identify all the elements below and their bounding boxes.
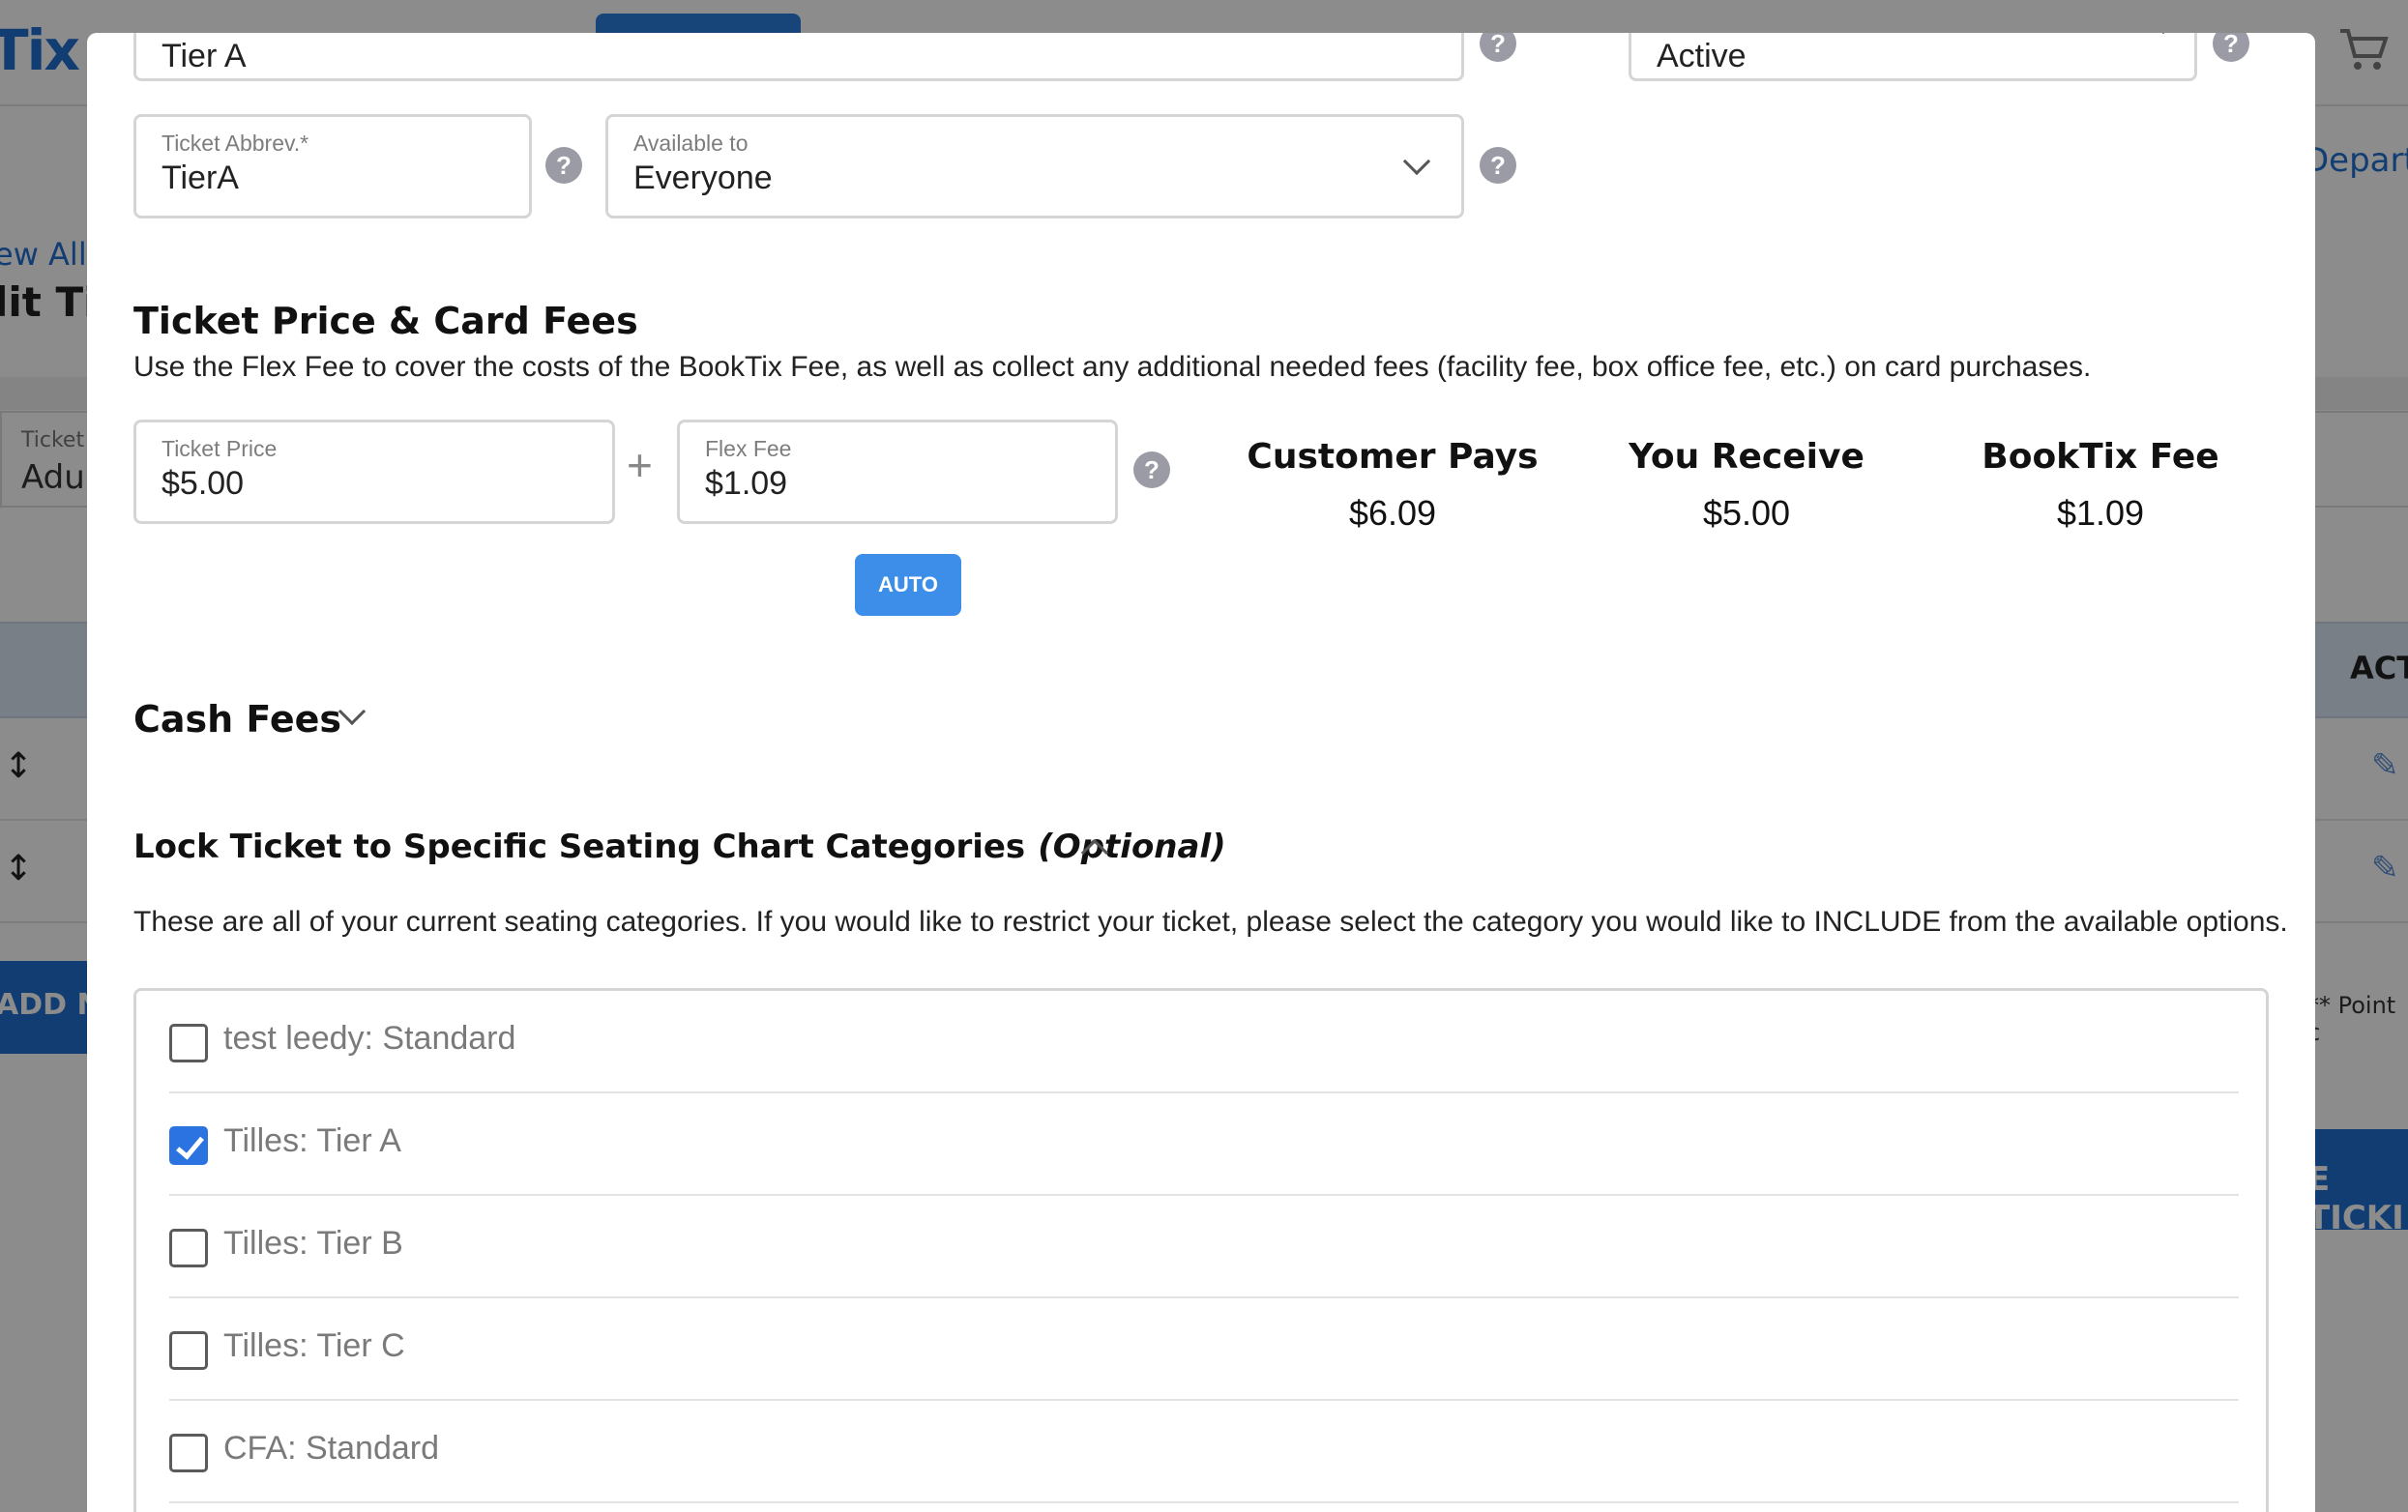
available-to-label: Available to	[633, 131, 749, 156]
ticket-price-label: Ticket Price	[162, 436, 278, 461]
category-label: Tilles: Tier C	[223, 1327, 405, 1364]
chevron-down-icon	[2149, 33, 2178, 35]
category-label: test leedy: Standard	[223, 1020, 516, 1057]
help-icon[interactable]: ?	[1480, 33, 1516, 62]
booktix-fee-value: $1.09	[2056, 493, 2145, 533]
cash-fees-toggle[interactable]: Cash Fees	[133, 698, 341, 746]
lock-section-description: These are all of your current seating ca…	[133, 906, 2288, 938]
chevron-down-icon[interactable]	[338, 697, 367, 726]
auto-fee-button[interactable]: AUTO	[855, 554, 961, 616]
you-receive-label: You Receive	[1629, 437, 1865, 477]
flex-fee-value: $1.09	[705, 465, 788, 502]
category-checkbox[interactable]	[169, 1126, 208, 1165]
ticket-abbrev-value: TierA	[162, 160, 239, 196]
booktix-fee-label: BookTix Fee	[1982, 437, 2219, 477]
ticket-name-value: Tier A	[162, 38, 247, 74]
list-item[interactable]: Tilles: Tier C	[169, 1298, 2239, 1401]
category-checkbox[interactable]	[169, 1229, 208, 1267]
help-icon[interactable]: ?	[1133, 451, 1170, 488]
ticket-name-field[interactable]: Tier A	[133, 33, 1464, 81]
list-item[interactable]: test leedy: Standard	[169, 991, 2239, 1093]
cash-fees-title: Cash Fees	[133, 698, 342, 741]
category-label: CFA: Standard	[223, 1430, 440, 1467]
category-checkbox[interactable]	[169, 1024, 208, 1062]
help-icon[interactable]: ?	[1480, 147, 1516, 184]
flex-fee-label: Flex Fee	[705, 436, 792, 461]
optional-tag: (Optional)	[1038, 828, 1226, 866]
ticket-price-field[interactable]: Ticket Price $5.00	[133, 420, 615, 524]
list-item[interactable]: Tilles: Tier A	[169, 1093, 2239, 1196]
chevron-down-icon	[1402, 147, 1431, 176]
flex-fee-field[interactable]: Flex Fee $1.09	[677, 420, 1118, 524]
edit-ticket-modal: Tier A ? Active ? Ticket Abbrev.* TierA …	[87, 33, 2315, 1512]
help-icon[interactable]: ?	[2213, 33, 2249, 62]
status-value: Active	[1657, 38, 1747, 74]
you-receive-value: $5.00	[1702, 493, 1791, 533]
ticket-price-value: $5.00	[162, 465, 245, 502]
plus-icon: +	[627, 440, 653, 490]
ticket-abbrev-label: Ticket Abbrev.*	[162, 131, 309, 156]
lock-section-title: Lock Ticket to Specific Seating Chart Ca…	[133, 828, 1026, 866]
price-section-title: Ticket Price & Card Fees	[133, 300, 638, 342]
category-checkbox[interactable]	[169, 1434, 208, 1472]
lock-section-toggle[interactable]: Lock Ticket to Specific Seating Chart Ca…	[133, 828, 1226, 866]
category-label: Tilles: Tier A	[223, 1122, 401, 1159]
category-label: Tilles: Tier B	[223, 1225, 403, 1262]
status-select[interactable]: Active	[1629, 33, 2197, 81]
ticket-abbrev-field[interactable]: Ticket Abbrev.* TierA	[133, 114, 532, 218]
available-to-value: Everyone	[633, 160, 773, 196]
help-icon[interactable]: ?	[545, 147, 582, 184]
category-checkbox[interactable]	[169, 1331, 208, 1370]
list-item[interactable]: CFA: Standard	[169, 1401, 2239, 1503]
seating-category-list: test leedy: Standard Tilles: Tier A Till…	[133, 988, 2269, 1512]
customer-pays-label: Customer Pays	[1247, 437, 1539, 477]
available-to-select[interactable]: Available to Everyone	[605, 114, 1464, 218]
list-item[interactable]: Tilles: Tier B	[169, 1196, 2239, 1298]
price-section-description: Use the Flex Fee to cover the costs of t…	[133, 351, 2092, 383]
customer-pays-value: $6.09	[1348, 493, 1437, 533]
